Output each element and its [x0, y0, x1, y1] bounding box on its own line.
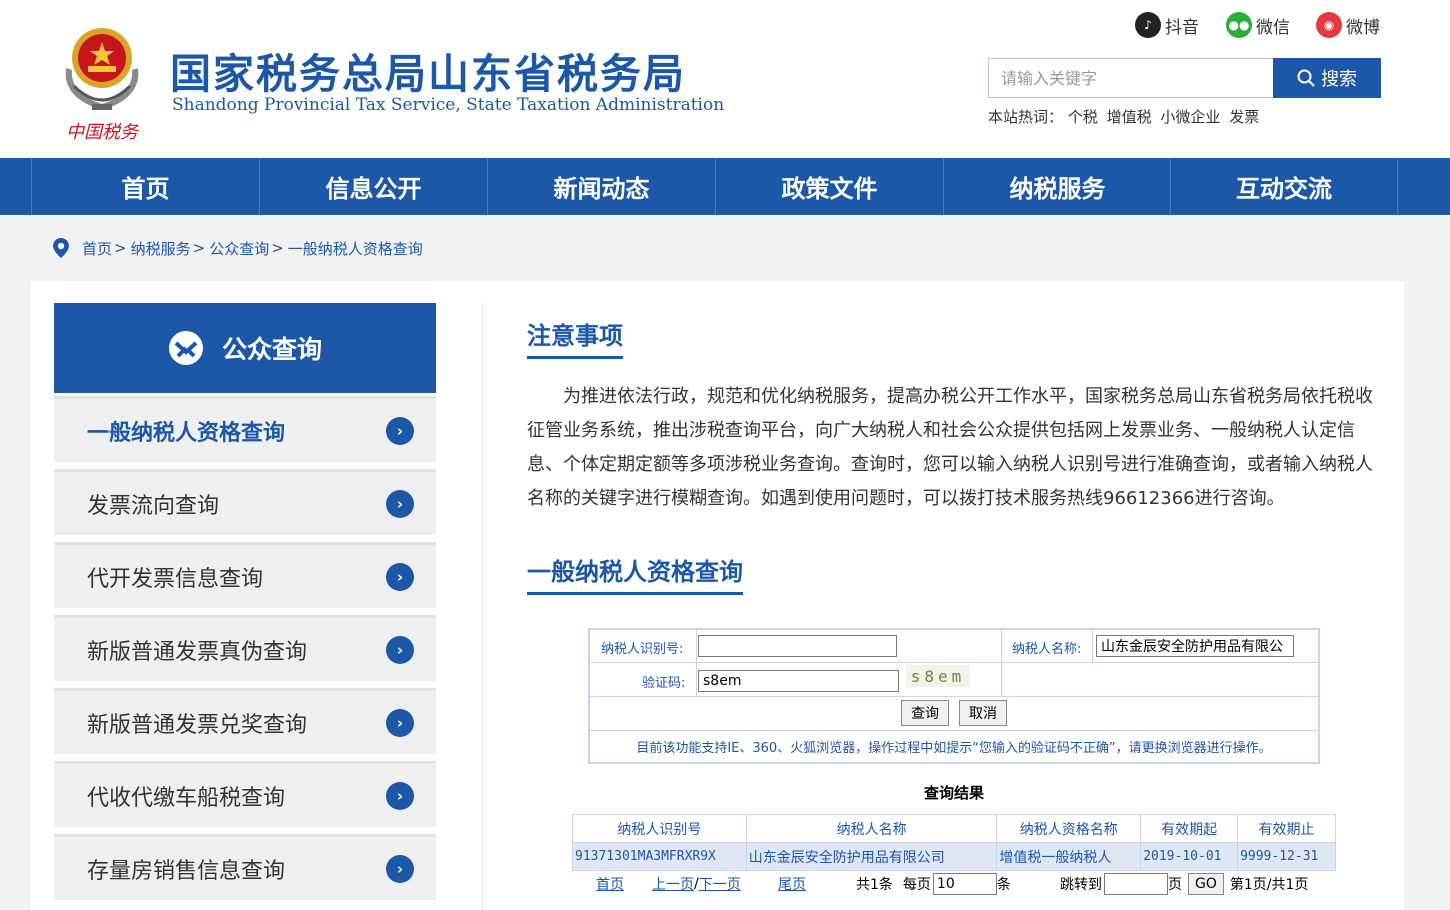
chevron-right-icon: › [386, 489, 414, 518]
sidebar-title: 公众查询 [221, 335, 322, 364]
chevron-right-icon: › [386, 781, 414, 810]
sidebar-item-housing-sales[interactable]: 存量房销售信息查询 › [54, 834, 436, 900]
chevron-right-icon: › [386, 635, 414, 664]
browser-tip: 目前该功能支持IE、360、火狐浏览器，操作过程中如提示“您输入的验证码不正确”… [636, 741, 1272, 756]
search-icon [1297, 69, 1315, 87]
table-row[interactable]: 91371301MA3MFRXR9X 山东金辰安全防护用品有限公司 增值税一般纳… [572, 842, 1336, 871]
pager-first[interactable]: 首页 [596, 872, 624, 896]
go-button[interactable]: GO [1188, 873, 1224, 895]
location-pin-icon [53, 238, 69, 258]
breadcrumb-public-query[interactable]: 公众查询 [209, 238, 269, 259]
cell-taxid: 91371301MA3MFRXR9X [572, 842, 747, 871]
douyin-link[interactable]: ♪ 抖音 [1135, 10, 1199, 40]
column-divider [482, 303, 483, 910]
hot-word[interactable]: 个税 [1068, 108, 1098, 126]
nav-item-interaction[interactable]: 互动交流 [1170, 158, 1398, 215]
sidebar-item-invoice-authenticity[interactable]: 新版普通发票真伪查询 › [54, 615, 436, 681]
cell-name: 山东金辰安全防护用品有限公司 [745, 842, 998, 871]
wechat-icon: ●● [1226, 12, 1252, 38]
hot-word[interactable]: 增值税 [1107, 108, 1152, 126]
douyin-icon: ♪ [1135, 12, 1161, 38]
sidebar-item-issued-invoice[interactable]: 代开发票信息查询 › [54, 542, 436, 608]
sidebar-item-general-taxpayer[interactable]: 一般纳税人资格查询 › [54, 396, 436, 462]
weibo-link[interactable]: ◉ 微博 [1316, 10, 1380, 40]
sidebar-header: 公众查询 [54, 303, 436, 393]
chevron-right-icon: › [386, 416, 414, 445]
form-grid-line [1001, 630, 1002, 696]
chevron-right-icon: › [386, 854, 414, 883]
cell-valid-to: 9999-12-31 [1237, 842, 1336, 871]
search-input[interactable] [988, 58, 1274, 98]
site-header: 中国税务 国家税务总局山东省税务局 Shandong Provincial Ta… [0, 0, 1450, 158]
breadcrumb-service[interactable]: 纳税服务 [131, 238, 191, 259]
table-header-row: 纳税人识别号 纳税人名称 纳税人资格名称 有效期起 有效期止 [572, 814, 1336, 843]
query-logo-icon [168, 331, 203, 365]
column-header: 有效期起 [1140, 814, 1239, 843]
nav-item-news[interactable]: 新闻动态 [487, 158, 715, 215]
weibo-icon: ◉ [1316, 12, 1342, 38]
captcha-input[interactable] [698, 670, 899, 692]
hot-word[interactable]: 小微企业 [1160, 108, 1220, 126]
chevron-right-icon: › [386, 708, 414, 737]
jump-page-input[interactable] [1104, 873, 1168, 895]
query-button[interactable]: 查询 [901, 700, 949, 726]
pager-jump: 跳转到 页 GO 第1页/共1页 [1060, 872, 1308, 896]
form-grid-line [590, 730, 1318, 731]
sidebar-item-invoice-flow[interactable]: 发票流向查询 › [54, 469, 436, 535]
query-title: 一般纳税人资格查询 [527, 552, 743, 595]
notice-title: 注意事项 [527, 316, 623, 359]
cell-qualification: 增值税一般纳税人 [996, 842, 1142, 871]
nav-item-info[interactable]: 信息公开 [259, 158, 487, 215]
cell-valid-from: 2019-10-01 [1140, 842, 1239, 871]
search-button[interactable]: 搜索 [1273, 58, 1381, 98]
wechat-link[interactable]: ●● 微信 [1226, 10, 1290, 40]
breadcrumb-home[interactable]: 首页 [82, 238, 112, 259]
pager-prev-next: 上一页 / 下一页 [652, 874, 741, 894]
hot-words: 本站热词： 个税 增值税 小微企业 发票 [988, 108, 1260, 126]
captcha-image[interactable]: s8em [906, 665, 970, 687]
breadcrumb: 首页 > 纳税服务 > 公众查询 > 一般纳税人资格查询 [52, 236, 423, 260]
svg-text:中国税务: 中国税务 [66, 122, 140, 143]
main-nav: 首页 信息公开 新闻动态 政策文件 纳税服务 互动交流 [0, 158, 1450, 215]
breadcrumb-current[interactable]: 一般纳税人资格查询 [288, 238, 423, 259]
pager-next[interactable]: 下一页 [699, 874, 741, 894]
taxpayer-name-input[interactable] [1096, 635, 1294, 657]
column-header: 纳税人名称 [745, 814, 998, 843]
captcha-label: 验证码: [642, 676, 686, 691]
site-subtitle: Shandong Provincial Tax Service, State T… [172, 95, 725, 115]
hot-word[interactable]: 发票 [1229, 108, 1259, 126]
per-page-input[interactable] [932, 873, 997, 895]
pager-prev[interactable]: 上一页 [652, 874, 694, 894]
tax-emblem-logo[interactable]: 中国税务 [52, 18, 152, 146]
taxid-label: 纳税人识别号: [601, 642, 684, 657]
sidebar-item-vehicle-tax[interactable]: 代收代缴车船税查询 › [54, 761, 436, 827]
nav-item-service[interactable]: 纳税服务 [943, 158, 1171, 215]
chevron-right-icon: › [386, 562, 414, 591]
results-table: 纳税人识别号 纳税人名称 纳税人资格名称 有效期起 有效期止 91371301M… [572, 814, 1336, 871]
form-grid-line [590, 696, 1318, 697]
taxpayer-name-label: 纳税人名称: [1012, 642, 1082, 657]
pager-total: 共1条 每页 条 [856, 872, 1011, 896]
form-grid-line [590, 662, 1318, 663]
nav-item-policy[interactable]: 政策文件 [715, 158, 943, 215]
column-header: 纳税人资格名称 [996, 814, 1142, 843]
results-title: 查询结果 [923, 784, 984, 802]
column-header: 纳税人识别号 [572, 814, 747, 843]
site-title: 国家税务总局山东省税务局 [170, 50, 686, 98]
sidebar-item-invoice-lottery[interactable]: 新版普通发票兑奖查询 › [54, 688, 436, 754]
taxid-input[interactable] [698, 635, 897, 657]
pager-last[interactable]: 尾页 [778, 872, 806, 896]
cancel-button[interactable]: 取消 [959, 700, 1007, 726]
column-header: 有效期止 [1237, 814, 1336, 843]
nav-item-home[interactable]: 首页 [31, 158, 259, 215]
form-grid-line [1092, 630, 1093, 663]
form-grid-line [696, 630, 697, 696]
page-status: 第1页/共1页 [1229, 877, 1309, 893]
notice-text: 为推进依法行政，规范和优化纳税服务，提高办税公开工作水平，国家税务总局山东省税务… [527, 386, 1373, 509]
